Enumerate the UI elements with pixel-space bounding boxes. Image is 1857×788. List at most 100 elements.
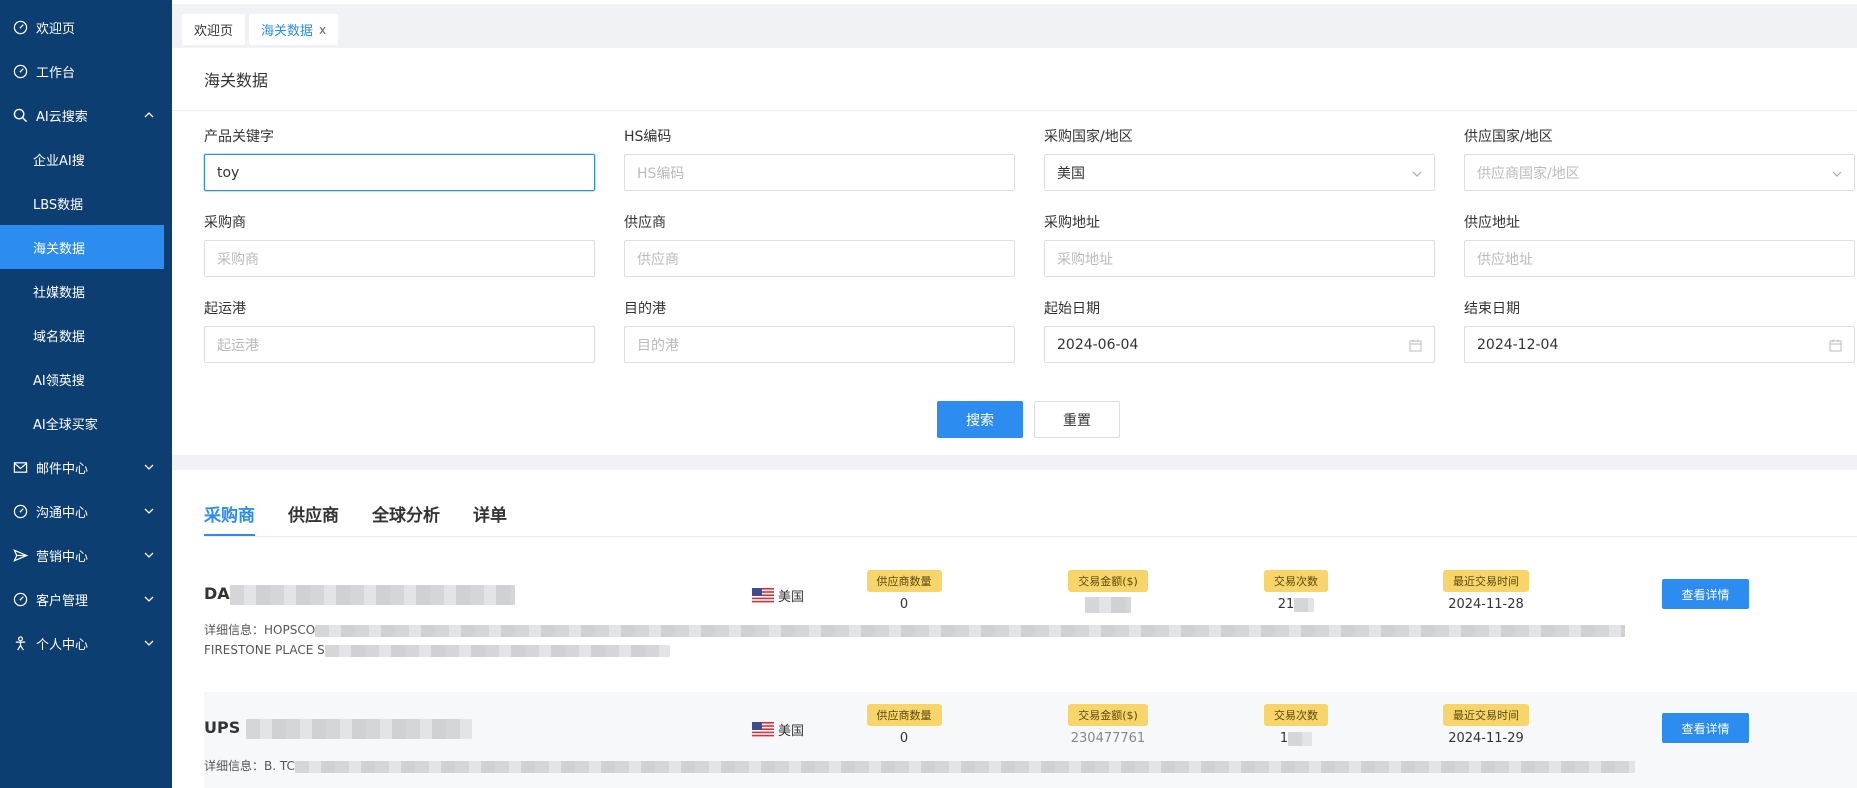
stat-badge: 供应商数量 — [866, 704, 942, 726]
chevron-down-icon — [144, 508, 154, 514]
field-label: 起运港 — [204, 301, 246, 317]
sidebar-item-mail[interactable]: 邮件中心 — [0, 445, 172, 489]
sidebar-item-workbench[interactable]: 工作台 — [0, 49, 172, 93]
view-detail-button[interactable]: 查看详情 — [1662, 713, 1749, 743]
sidebar-sub-enterprise-ai[interactable]: 企业AI搜 — [0, 137, 172, 181]
field-label: 采购地址 — [1044, 215, 1100, 231]
reset-button[interactable]: 重置 — [1034, 401, 1120, 438]
dashboard-icon — [12, 503, 28, 519]
dest-port-input[interactable]: 目的港 — [624, 326, 1015, 363]
tab-label: 海关数据 — [261, 24, 314, 39]
result-row: DA 美国 供应商数量 0 交易金额($) 交易次数 21 最近交易时间 202… — [204, 560, 1857, 680]
date-value: 2024-12-04 — [1477, 336, 1559, 353]
buyer-address-input[interactable]: 采购地址 — [1044, 240, 1435, 277]
sidebar-item-welcome[interactable]: 欢迎页 — [0, 5, 172, 49]
sidebar-item-customer[interactable]: 客户管理 — [0, 577, 172, 621]
sidebar-item-marketing[interactable]: 营销中心 — [0, 533, 172, 577]
start-date-picker[interactable]: 2024-06-04 — [1044, 326, 1435, 363]
stat-value-text: 21 — [1277, 597, 1295, 612]
tab-customs[interactable]: 海关数据 x — [249, 14, 339, 45]
page-title: 海关数据 — [172, 48, 1857, 111]
supplier-input[interactable]: 供应商 — [624, 240, 1015, 277]
sidebar-item-personal[interactable]: 个人中心 — [0, 621, 172, 665]
end-date-picker[interactable]: 2024-12-04 — [1464, 326, 1855, 363]
sidebar-item-communication[interactable]: 沟通中心 — [0, 489, 172, 533]
redacted-text — [1294, 597, 1315, 612]
redacted-text — [1085, 597, 1131, 613]
stat-last-trade: 最近交易时间 2024-11-28 — [1426, 570, 1546, 613]
select-value: 美国 — [1057, 165, 1085, 182]
search-button[interactable]: 搜索 — [937, 401, 1023, 438]
start-date-field: 起始日期 2024-06-04 — [1044, 300, 1435, 363]
keyword-field: 产品关键字 toy — [204, 128, 595, 191]
detail-text: HOPSCO — [264, 623, 316, 637]
date-value: 2024-06-04 — [1057, 336, 1139, 353]
buyer-address-field: 采购地址 采购地址 — [1044, 214, 1435, 277]
redacted-text — [324, 644, 670, 657]
chevron-down-icon — [1832, 171, 1842, 177]
detail-line: 详细信息：HOPSCO — [204, 620, 1804, 640]
tab-welcome[interactable]: 欢迎页 — [182, 14, 246, 45]
dashboard-icon — [12, 63, 28, 79]
field-label: 采购国家/地区 — [1044, 129, 1133, 145]
sidebar-sub-global-buyer[interactable]: AI全球买家 — [0, 401, 172, 445]
view-detail-button[interactable]: 查看详情 — [1662, 579, 1749, 609]
origin-port-input[interactable]: 起运港 — [204, 326, 595, 363]
field-label: 供应国家/地区 — [1464, 129, 1553, 145]
field-label: 采购商 — [204, 215, 246, 231]
company-name-text: UPS — [204, 718, 241, 737]
tab-global-analysis[interactable]: 全球分析 — [372, 492, 440, 536]
stat-last-trade: 最近交易时间 2024-11-29 — [1426, 704, 1546, 747]
stat-trade-count: 交易次数 21 — [1236, 570, 1356, 613]
stat-badge: 交易金额($) — [1068, 570, 1148, 592]
company-name: UPS — [204, 718, 472, 739]
tab-bar: 欢迎页 海关数据 x — [172, 0, 1857, 47]
select-placeholder: 供应商国家/地区 — [1477, 165, 1580, 182]
sidebar-item-label: 欢迎页 — [36, 21, 76, 37]
field-label: 起始日期 — [1044, 301, 1100, 317]
tab-suppliers[interactable]: 供应商 — [288, 492, 339, 536]
redacted-text — [229, 584, 515, 605]
dashboard-icon — [12, 19, 28, 35]
main-content: 欢迎页 海关数据 x 海关数据 产品关键字 toy HS编码 HS编码 采购国家… — [172, 0, 1857, 788]
sidebar-item-label: 个人中心 — [36, 637, 89, 653]
keyword-input[interactable]: toy — [204, 154, 595, 191]
sidebar-sub-lbs[interactable]: LBS数据 — [0, 181, 172, 225]
close-icon[interactable]: x — [319, 23, 326, 37]
supplier-country-select[interactable]: 供应商国家/地区 — [1464, 154, 1855, 191]
stat-value: 230477761 — [1070, 731, 1146, 746]
company-name-text: DA — [204, 584, 230, 603]
sidebar-sub-social[interactable]: 社媒数据 — [0, 269, 172, 313]
field-label: 供应地址 — [1464, 215, 1520, 231]
stat-trade-count: 交易次数 1 — [1236, 704, 1356, 747]
field-label: 目的港 — [624, 301, 666, 317]
stat-value: 2024-11-29 — [1448, 731, 1524, 746]
redacted-text — [245, 718, 472, 739]
stat-value: 0 — [899, 731, 909, 746]
buyer-field: 采购商 采购商 — [204, 214, 595, 277]
origin-port-field: 起运港 起运港 — [204, 300, 595, 363]
hs-code-input[interactable]: HS编码 — [624, 154, 1015, 191]
supplier-address-input[interactable]: 供应地址 — [1464, 240, 1855, 277]
sidebar-item-label: 营销中心 — [36, 549, 89, 565]
us-flag-icon — [752, 588, 774, 603]
results-card: 采购商 供应商 全球分析 详单 DA 美国 供应商数量 0 交易金额($) 交易… — [172, 470, 1857, 788]
field-label: HS编码 — [624, 129, 672, 145]
sidebar-item-label: 邮件中心 — [36, 461, 89, 477]
sidebar-sub-domain[interactable]: 域名数据 — [0, 313, 172, 357]
stat-supplier-count: 供应商数量 0 — [844, 704, 964, 747]
buyer-country-select[interactable]: 美国 — [1044, 154, 1435, 191]
sidebar-item-ai-search[interactable]: AI云搜索 — [0, 93, 172, 137]
sidebar-sub-customs[interactable]: 海关数据 — [0, 225, 164, 269]
tab-buyers[interactable]: 采购商 — [204, 492, 255, 536]
field-label: 结束日期 — [1464, 301, 1520, 317]
send-icon — [12, 547, 28, 563]
tab-label: 欢迎页 — [194, 24, 234, 39]
tab-details[interactable]: 详单 — [473, 492, 507, 536]
buyer-input[interactable]: 采购商 — [204, 240, 595, 277]
sidebar: 欢迎页 工作台 AI云搜索 企业AI搜 LBS数据 海关数据 社媒数据 域名数据… — [0, 0, 172, 788]
detail-info: 详细信息：HOPSCO FIRESTONE PLACE S — [204, 620, 1804, 660]
sidebar-sub-linkedin[interactable]: AI领英搜 — [0, 357, 172, 401]
country: 美国 — [752, 720, 804, 739]
detail-label: 详细信息： — [204, 623, 265, 637]
